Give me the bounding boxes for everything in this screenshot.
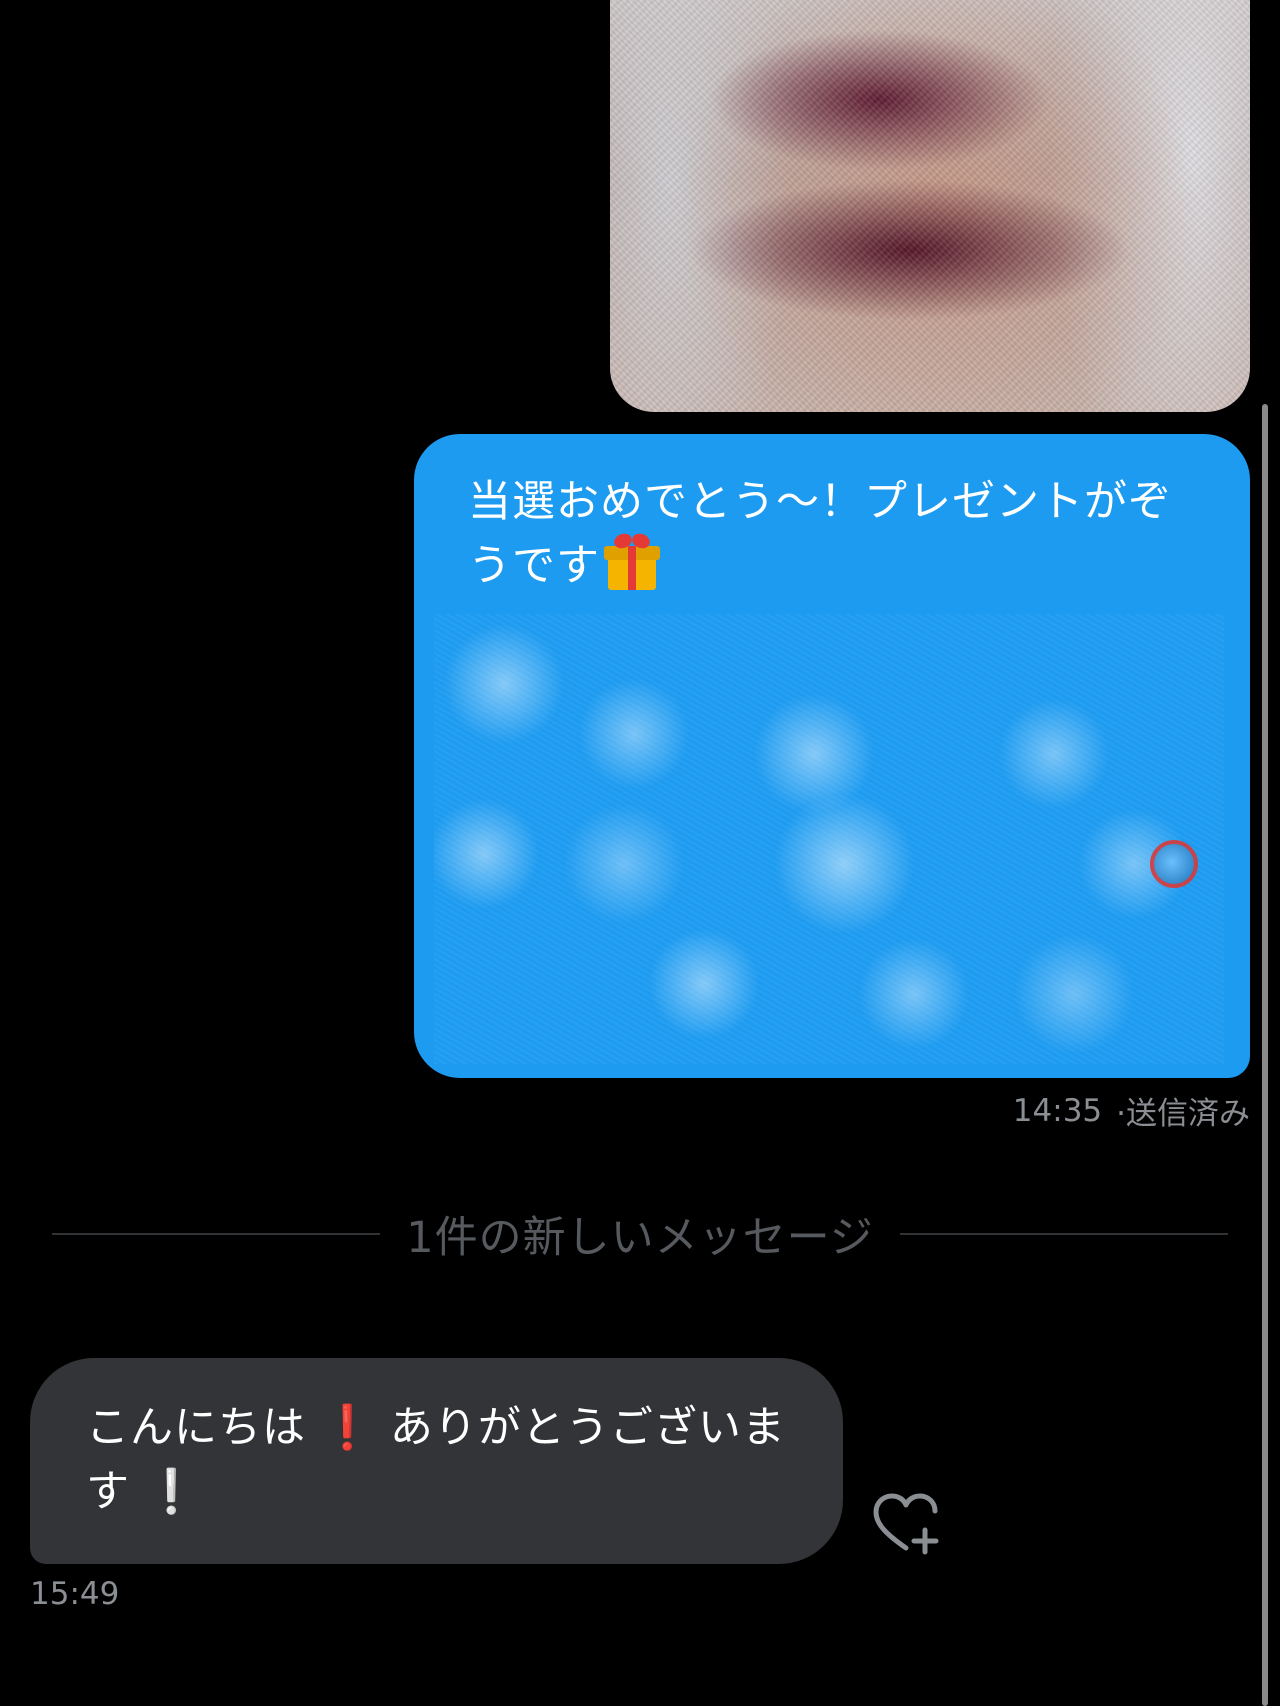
received-message-text: こんにちは ❗ ありがとうございます ❕ — [86, 1396, 806, 1524]
divider-line-left — [52, 1233, 381, 1235]
sent-message-text: 当選おめでとう〜！プレゼントがぞうです — [468, 470, 1208, 598]
new-messages-divider: 1件の新しいメッセージ — [52, 1206, 1228, 1263]
sent-message-body: 当選おめでとう〜！プレゼントがぞうです — [468, 477, 1172, 591]
sent-message-meta: 14:35 ·送信済み — [1013, 1088, 1250, 1133]
sent-message-time: 14:35 — [1012, 1092, 1103, 1129]
received-message-time: 15:49 — [30, 1576, 120, 1612]
divider-line-right — [899, 1233, 1228, 1235]
sent-message-bubble[interactable]: 当選おめでとう〜！プレゼントがぞうです — [414, 434, 1250, 1078]
exclamation-red-icon: ❗ — [320, 1403, 376, 1453]
photo-blur-overlay — [610, 0, 1250, 412]
received-message-part1: こんにちは — [86, 1403, 306, 1453]
avatar-icon — [1150, 840, 1198, 888]
add-reaction-button[interactable] — [872, 1492, 944, 1556]
photo-message[interactable] — [610, 0, 1250, 412]
scrollbar[interactable] — [1262, 404, 1268, 1706]
link-card-blurred[interactable] — [434, 614, 1224, 1064]
heart-plus-icon — [873, 1493, 939, 1555]
sent-message-status: ·送信済み — [1116, 1096, 1250, 1132]
gift-icon — [604, 531, 660, 590]
received-message-bubble[interactable]: こんにちは ❗ ありがとうございます ❕ — [30, 1358, 843, 1564]
new-messages-label: 1件の新しいメッセージ — [406, 1213, 874, 1263]
scrollbar-thumb[interactable] — [1262, 404, 1268, 1706]
exclamation-white-icon: ❕ — [144, 1467, 200, 1517]
